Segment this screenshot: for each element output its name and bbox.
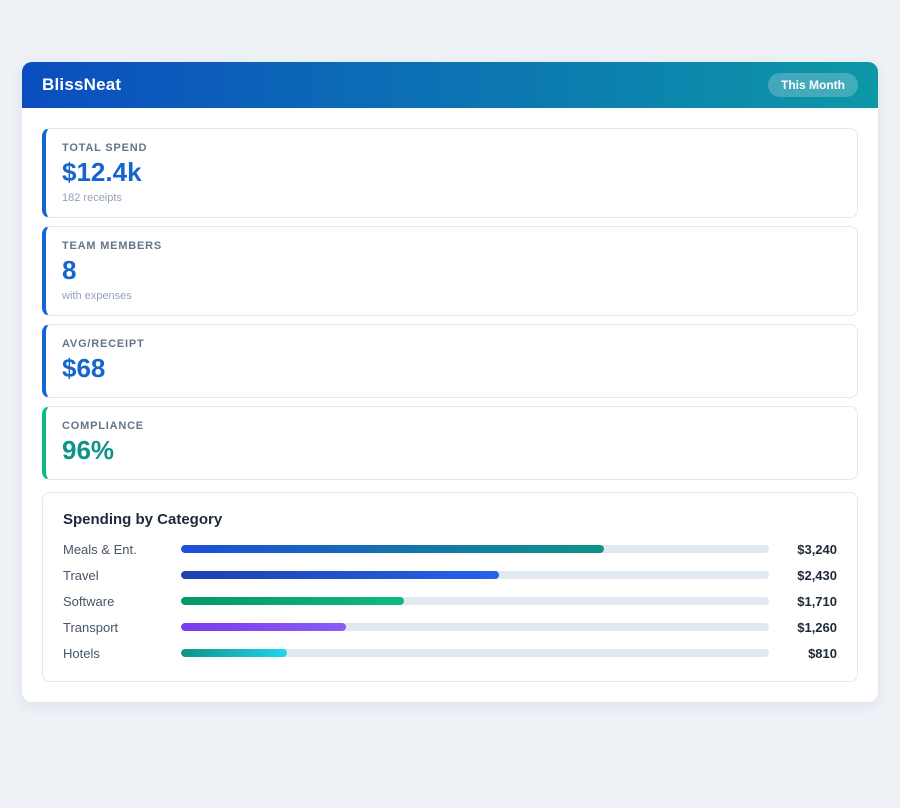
spending-by-category-card: Spending by Category Meals & Ent. $3,240 T… [42,492,858,682]
stat-card: TEAM MEMBERS 8 with expenses [42,226,858,316]
category-label: Travel [63,568,181,583]
stat-label: AVG/RECEIPT [62,338,841,350]
category-value: $810 [779,646,837,661]
category-label: Transport [63,620,181,635]
category-row: Transport $1,260 [63,620,837,635]
category-bar-track [181,649,769,657]
stat-label: TEAM MEMBERS [62,240,841,252]
stat-label: COMPLIANCE [62,420,841,432]
category-bar-track [181,597,769,605]
category-row: Meals & Ent. $3,240 [63,542,837,557]
stat-value: $12.4k [62,158,841,188]
category-value: $2,430 [779,568,837,583]
stat-subtext: 182 receipts [62,192,841,204]
category-label: Software [63,594,181,609]
category-bar-fill [181,545,604,553]
category-label: Meals & Ent. [63,542,181,557]
dashboard-card: BlissNeat This Month TOTAL SPEND $12.4k 18… [22,62,878,702]
category-label: Hotels [63,646,181,661]
category-bar-track [181,571,769,579]
app-header: BlissNeat This Month [22,62,878,108]
category-value: $3,240 [779,542,837,557]
category-row: Hotels $810 [63,646,837,661]
stat-card: TOTAL SPEND $12.4k 182 receipts [42,128,858,218]
category-bar-fill [181,623,346,631]
stat-subtext: with expenses [62,290,841,302]
category-bar-track [181,545,769,553]
stat-value: $68 [62,354,841,384]
stat-card: COMPLIANCE 96% [42,406,858,480]
category-bar-track [181,623,769,631]
category-section-title: Spending by Category [63,511,837,528]
category-row: Travel $2,430 [63,568,837,583]
category-row: Software $1,710 [63,594,837,609]
stat-label: TOTAL SPEND [62,142,841,154]
category-value: $1,260 [779,620,837,635]
category-value: $1,710 [779,594,837,609]
stat-value: 96% [62,436,841,466]
app-title: BlissNeat [42,75,121,95]
period-badge[interactable]: This Month [768,73,858,97]
category-bar-fill [181,649,287,657]
stats-list: TOTAL SPEND $12.4k 182 receipts TEAM MEMBER… [42,128,858,480]
category-bar-fill [181,571,499,579]
stat-value: 8 [62,256,841,286]
dashboard-body: TOTAL SPEND $12.4k 182 receipts TEAM MEMBER… [22,108,878,702]
category-bar-chart: Meals & Ent. $3,240 Travel $2,430 Software $1… [63,542,837,661]
stat-card: AVG/RECEIPT $68 [42,324,858,398]
category-bar-fill [181,597,404,605]
